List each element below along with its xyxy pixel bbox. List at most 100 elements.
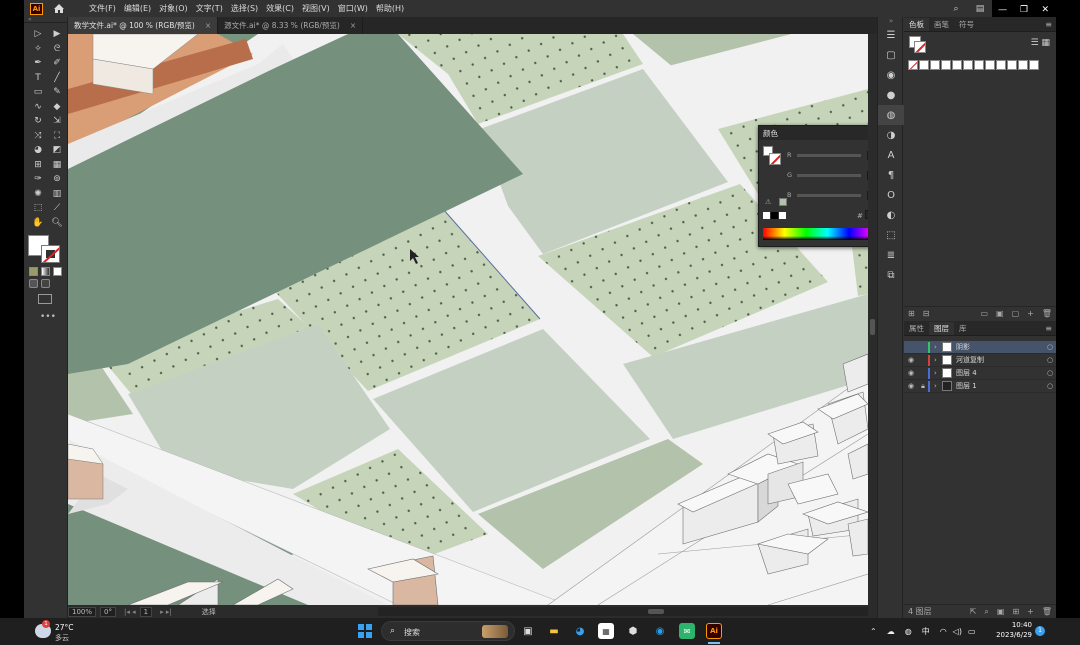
tab-close-icon[interactable]: × — [205, 21, 211, 30]
graphic-styles-icon[interactable]: ● — [878, 85, 904, 105]
slider-g[interactable]: G — [787, 170, 868, 180]
swatch[interactable] — [1018, 60, 1028, 70]
expand-icon[interactable]: › — [934, 343, 942, 351]
black-swatch[interactable] — [771, 212, 778, 219]
align-icon[interactable]: ≣ — [878, 245, 904, 265]
swatch-options-icon[interactable]: ▭ — [980, 309, 988, 318]
artboard-prev-icon[interactable]: |◂ ◂ — [124, 608, 136, 616]
none-mode-icon[interactable] — [53, 267, 62, 276]
shaper-tool-icon[interactable]: ∿ — [29, 100, 47, 115]
tray-expand-icon[interactable]: ⌃ — [870, 627, 877, 636]
export-icon[interactable]: ⇱ — [970, 607, 977, 616]
zoom-field[interactable]: 100% — [68, 606, 97, 617]
type-tool-icon[interactable]: T — [29, 71, 47, 86]
paintbrush-tool-icon[interactable]: ✎ — [48, 85, 66, 100]
rotate-tool-icon[interactable]: ↻ — [29, 114, 47, 129]
swatch[interactable] — [963, 60, 973, 70]
fill-stroke-swatches[interactable] — [27, 234, 63, 264]
start-icon[interactable] — [358, 624, 372, 638]
tab-layers[interactable]: 图层 — [929, 322, 954, 335]
swatch-none[interactable] — [908, 60, 918, 70]
comments-icon[interactable]: ▢ — [878, 45, 904, 65]
menu-view[interactable]: 视图(V) — [298, 0, 334, 17]
color-guide-icon[interactable]: ◑ — [878, 125, 904, 145]
tab-symbols[interactable]: 符号 — [954, 18, 979, 31]
swatch-kind-icon[interactable]: ⊟ — [923, 309, 930, 318]
new-group-icon[interactable]: ▢ — [1012, 309, 1020, 318]
workspace-icon[interactable]: ▤ — [968, 0, 992, 17]
volume-icon[interactable]: ◁) — [953, 627, 962, 636]
layer-row[interactable]: ◉ 🔒︎ › 图层 1 ○ — [904, 380, 1056, 393]
stroke-swatch[interactable] — [41, 245, 60, 263]
target-icon[interactable]: ○ — [1044, 369, 1056, 377]
curvature-tool-icon[interactable]: ✐ — [48, 56, 66, 71]
color-mode-icon[interactable] — [29, 267, 38, 276]
screen-mode-icon[interactable] — [38, 294, 52, 304]
panel-menu-icon[interactable]: ≡ — [1045, 18, 1056, 31]
color-group-icon[interactable]: ▣ — [996, 309, 1004, 318]
symbol-sprayer-tool-icon[interactable]: ✺ — [29, 187, 47, 202]
magic-wand-tool-icon[interactable]: ✧ — [29, 42, 47, 57]
new-sublayer-icon[interactable]: ⊞ — [1012, 607, 1019, 616]
weather-widget[interactable]: 1 27°C 多云 — [35, 620, 95, 643]
browser-icon[interactable]: ◉ — [652, 623, 668, 639]
tab-libraries[interactable]: 库 — [954, 322, 972, 335]
store-icon[interactable]: ▦ — [598, 623, 614, 639]
file-explorer-icon[interactable]: ▬ — [546, 623, 562, 639]
artboard-canvas[interactable]: 颜色 » ≡ R G B ⚠ # — [68, 34, 868, 605]
menu-object[interactable]: 对象(O) — [155, 0, 192, 17]
expand-icon[interactable]: › — [934, 369, 942, 377]
search-icon[interactable]: ⌕ — [944, 0, 968, 17]
edge-icon[interactable]: ◕ — [572, 623, 588, 639]
tab-swatches[interactable]: 色板 — [904, 18, 929, 31]
opentype-icon[interactable]: O — [878, 185, 904, 205]
tab-properties[interactable]: 属性 — [904, 322, 929, 335]
library-icon[interactable]: ⊞ — [908, 309, 915, 318]
target-icon[interactable]: ○ — [1044, 343, 1056, 351]
layer-row[interactable]: › 阴影 ○ — [904, 341, 1056, 354]
tab-close-icon[interactable]: × — [350, 21, 356, 30]
ime-indicator[interactable]: 中 — [922, 626, 930, 637]
layer-row[interactable]: ◉ › 图层 4 ○ — [904, 367, 1056, 380]
battery-icon[interactable]: ▭ — [968, 627, 976, 636]
clock[interactable]: 10:40 2023/6/29 — [996, 620, 1032, 640]
new-layer-icon[interactable]: + — [1027, 607, 1034, 616]
swatch[interactable] — [974, 60, 984, 70]
live-paint-tool-icon[interactable]: ◩ — [48, 143, 66, 158]
swatch[interactable] — [952, 60, 962, 70]
line-tool-icon[interactable]: ╱ — [48, 71, 66, 86]
menu-type[interactable]: 文字(T) — [192, 0, 227, 17]
illustrator-taskbar-icon[interactable]: Ai — [706, 623, 722, 639]
hand-tool-icon[interactable]: ✋ — [29, 216, 47, 231]
pathfinder-icon[interactable]: ⧉ — [878, 265, 904, 285]
slice-tool-icon[interactable]: ⟋ — [48, 201, 66, 216]
app-icon[interactable]: ⬢ — [625, 623, 641, 639]
vertical-scrollbar[interactable] — [868, 34, 877, 605]
visibility-icon[interactable]: ◉ — [904, 382, 918, 390]
width-tool-icon[interactable]: ⤨ — [29, 129, 47, 144]
perspective-grid-tool-icon[interactable]: ⊞ — [29, 158, 47, 173]
menu-edit[interactable]: 编辑(E) — [120, 0, 155, 17]
menu-window[interactable]: 窗口(W) — [334, 0, 372, 17]
delete-layer-icon[interactable]: 🗑︎ — [1042, 607, 1052, 616]
artboard-tool-icon[interactable]: ⬚ — [29, 201, 47, 216]
tab-brushes[interactable]: 画笔 — [929, 18, 954, 31]
color-spectrum[interactable] — [763, 228, 868, 240]
scale-tool-icon[interactable]: ⇲ — [48, 114, 66, 129]
panel-menu-icon[interactable]: ≡ — [1045, 322, 1056, 335]
eyedropper-tool-icon[interactable]: ✑ — [29, 172, 47, 187]
expand-icon[interactable]: › — [934, 356, 942, 364]
shape-builder-tool-icon[interactable]: ◕ — [29, 143, 47, 158]
appearance-icon[interactable]: ◉ — [878, 65, 904, 85]
notification-badge[interactable]: 1 — [1035, 626, 1045, 636]
slider-r[interactable]: R — [787, 150, 868, 160]
free-transform-tool-icon[interactable]: ⛶ — [48, 129, 66, 144]
visibility-icon[interactable]: ◉ — [904, 369, 918, 377]
menu-select[interactable]: 选择(S) — [227, 0, 262, 17]
strip-collapse-icon[interactable]: » — [878, 17, 904, 25]
tab-document-2[interactable]: 源文件.ai* @ 8.33 % (RGB/预览) × — [218, 17, 364, 34]
white-swatch[interactable] — [779, 212, 786, 219]
blend-tool-icon[interactable]: ⊚ — [48, 172, 66, 187]
expand-icon[interactable]: › — [934, 382, 942, 390]
lasso-tool-icon[interactable]: ᘓ — [48, 42, 66, 57]
